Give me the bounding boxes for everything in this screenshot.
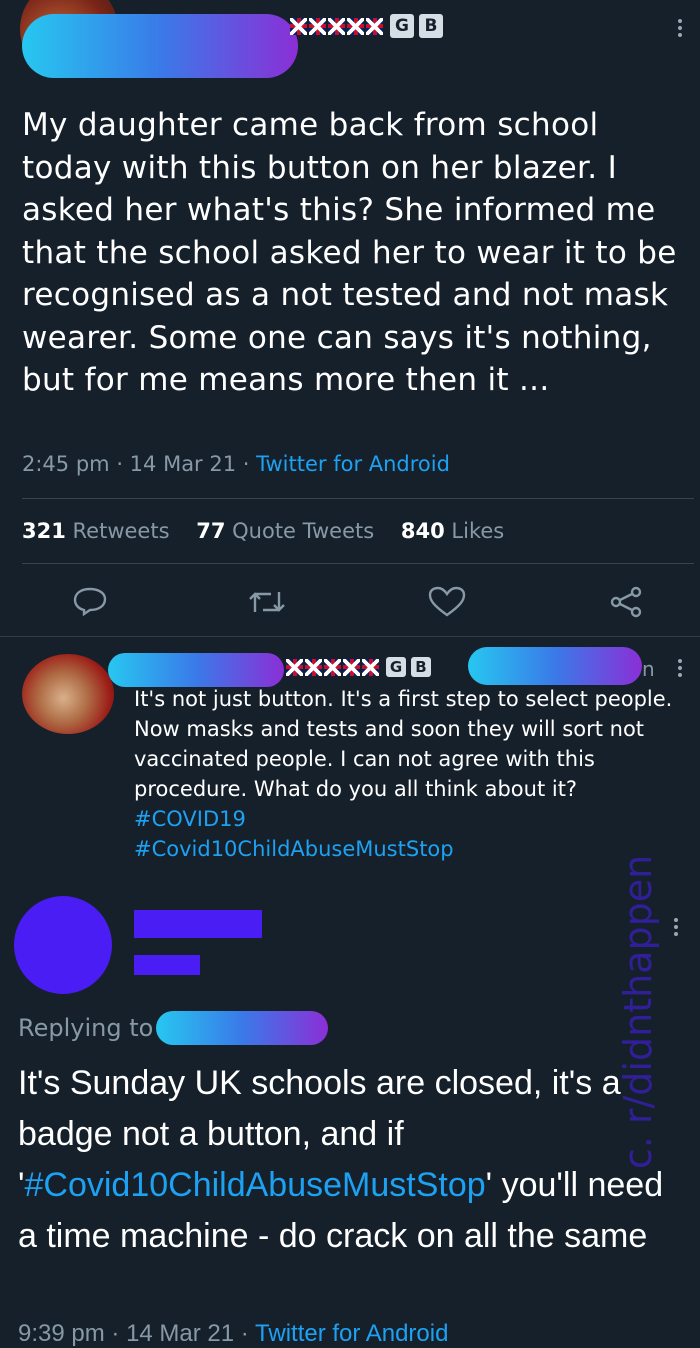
retweets-count: 321 xyxy=(22,519,66,543)
response-meta: 9:39 pm · 14 Mar 21 · Twitter for Androi… xyxy=(18,1320,449,1347)
redacted-handle-block xyxy=(134,955,200,975)
divider xyxy=(22,563,694,564)
redacted-author-name xyxy=(22,14,298,78)
likes-stat[interactable]: 840 Likes xyxy=(401,519,504,543)
reply-more-options-icon[interactable] xyxy=(678,656,682,680)
uk-flag-icon xyxy=(324,658,341,676)
tweet-stats: 321 Retweets 77 Quote Tweets 840 Likes xyxy=(22,519,504,543)
uk-flag-icon xyxy=(305,658,322,676)
redacted-name-block xyxy=(134,910,262,938)
likes-count: 840 xyxy=(400,519,445,543)
badge-b: B xyxy=(419,14,443,38)
badge-b: B xyxy=(411,657,431,677)
uk-flag-icon xyxy=(343,658,360,676)
redacted-reply-name xyxy=(108,653,284,687)
retweet-icon[interactable] xyxy=(247,588,287,616)
quote-tweets-label: Quote Tweets xyxy=(232,519,375,543)
uk-flag-icon xyxy=(328,17,345,35)
retweets-label: Retweets xyxy=(72,519,170,543)
redacted-reply-handle xyxy=(468,647,642,685)
tweet-meta: 2:45 pm · 14 Mar 21 · Twitter for Androi… xyxy=(22,452,450,476)
reply-body: It's not just button. It's a first step … xyxy=(134,687,673,801)
tweet-text: My daughter came back from school today … xyxy=(22,107,677,398)
uk-flag-icon xyxy=(366,17,383,35)
reply-avatar[interactable] xyxy=(22,654,114,734)
quote-tweets-stat[interactable]: 77 Quote Tweets xyxy=(196,519,381,543)
share-icon[interactable] xyxy=(608,586,644,618)
divider xyxy=(22,498,694,499)
response-hashtag-link[interactable]: #Covid10ChildAbuseMustStop xyxy=(25,1166,486,1204)
response-client-link[interactable]: Twitter for Android xyxy=(255,1320,448,1347)
reply-text: It's not just button. It's a first step … xyxy=(134,684,674,864)
hashtag-link[interactable]: #COVID19 xyxy=(134,804,674,834)
uk-flag-icon xyxy=(347,17,364,35)
more-options-icon[interactable] xyxy=(678,16,682,40)
quote-tweets-count: 77 xyxy=(196,519,226,543)
reply-handle-trail: n xyxy=(642,657,655,681)
author-flags: G B xyxy=(290,14,443,38)
hashtag-link[interactable]: #Covid10ChildAbuseMustStop xyxy=(134,834,674,864)
response-date: 14 Mar 21 xyxy=(126,1320,235,1347)
badge-g: G xyxy=(390,14,414,38)
like-icon[interactable] xyxy=(428,586,466,618)
replying-to-label: Replying to xyxy=(18,1014,154,1042)
tweet-client-link[interactable]: Twitter for Android xyxy=(256,452,450,476)
redacted-replying-to-handle xyxy=(156,1011,328,1045)
reply-flags: G B xyxy=(286,657,431,677)
reply-icon[interactable] xyxy=(72,586,108,616)
tweet-time: 2:45 pm xyxy=(22,452,110,476)
uk-flag-icon xyxy=(290,17,307,35)
uk-flag-icon xyxy=(362,658,379,676)
redacted-avatar xyxy=(14,896,112,994)
response-time: 9:39 pm xyxy=(18,1320,105,1347)
response-text: It's Sunday UK schools are closed, it's … xyxy=(18,1058,684,1262)
retweets-stat[interactable]: 321 Retweets xyxy=(22,519,176,543)
likes-label: Likes xyxy=(451,519,505,543)
tweet-date: 14 Mar 21 xyxy=(129,452,237,476)
uk-flag-icon xyxy=(286,658,303,676)
uk-flag-icon xyxy=(309,17,326,35)
divider xyxy=(0,636,700,637)
response-more-options-icon[interactable] xyxy=(674,915,678,939)
badge-g: G xyxy=(386,657,406,677)
watermark: c. r/didnthappen xyxy=(616,854,660,1170)
